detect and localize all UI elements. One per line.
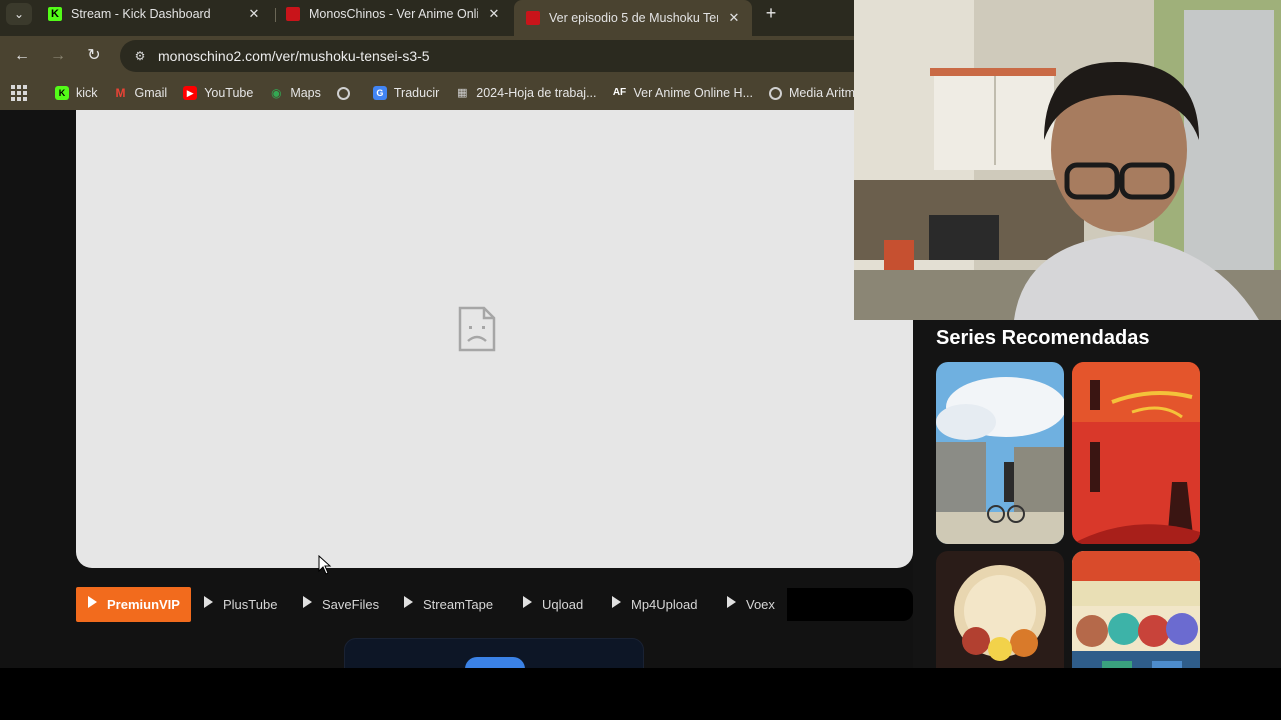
recommended-series-panel: Series Recomendadas	[913, 320, 1281, 720]
mouse-cursor-icon	[318, 555, 332, 575]
apps-grid-icon[interactable]	[11, 85, 27, 101]
new-tab-plus-icon[interactable]: +	[760, 3, 782, 25]
server-premiunvip[interactable]: PremiunVIP	[76, 587, 191, 622]
bookmark-label: Maps	[290, 86, 321, 100]
server-plustube[interactable]: PlusTube	[204, 587, 277, 622]
bookmark-kick[interactable]: K kick	[55, 86, 98, 100]
webcam-overlay	[854, 0, 1281, 320]
bookmark-label: Media Aritme	[789, 86, 854, 100]
bookmark-youtube[interactable]: ▶ YouTube	[183, 86, 253, 100]
translate-icon: G	[372, 86, 387, 100]
reload-icon[interactable]: ↻	[82, 44, 106, 68]
kick-icon: K	[48, 7, 62, 21]
close-icon[interactable]: ✕	[246, 6, 262, 22]
series-poster[interactable]	[936, 362, 1064, 544]
bookmark-label: 2024-Hoja de trabaj...	[476, 86, 597, 100]
maps-icon: ◉	[271, 86, 282, 100]
broken-document-icon	[458, 306, 496, 352]
play-icon	[303, 595, 312, 608]
url-text[interactable]: monoschino2.com/ver/mushoku-tensei-s3-5	[158, 48, 430, 64]
back-arrow-icon[interactable]: ←	[10, 44, 34, 68]
series-poster[interactable]	[1072, 362, 1200, 544]
bookmark-label: Ver Anime Online H...	[633, 86, 754, 100]
close-icon[interactable]: ✕	[726, 10, 742, 26]
server-overflow-area	[787, 588, 913, 621]
tab-kick-dashboard[interactable]: K Stream - Kick Dashboard ✕	[36, 0, 272, 28]
play-icon	[523, 595, 532, 608]
bottom-black-bar	[0, 668, 1281, 720]
tab-search-chevron-icon[interactable]: ⌄	[6, 3, 32, 25]
globe-icon	[336, 86, 350, 100]
bookmarks-bar: K kick M Gmail ▶ YouTube ◉ Maps G Traduc…	[0, 76, 854, 110]
bookmark-traducir[interactable]: G Traducir	[372, 86, 440, 100]
browser-toolbar: ← → ↻ ⚙ monoschino2.com/ver/mushoku-tens…	[0, 36, 880, 76]
poster-image	[1072, 362, 1200, 544]
forward-arrow-icon[interactable]: →	[46, 44, 70, 68]
play-icon	[727, 595, 736, 608]
server-label: StreamTape	[423, 597, 494, 612]
server-label: Uqload	[542, 597, 584, 612]
bookmark-hoja-de-trabajo[interactable]: ▦ 2024-Hoja de trabaj...	[455, 86, 596, 100]
bookmark-label: kick	[76, 86, 98, 100]
bookmark-label: Gmail	[134, 86, 168, 100]
bookmark-animeflv[interactable]: AF Ver Anime Online H...	[612, 86, 754, 100]
server-uqload[interactable]: Uqload	[523, 587, 583, 622]
youtube-icon: ▶	[183, 86, 198, 100]
address-bar[interactable]: ⚙ monoschino2.com/ver/mushoku-tensei-s3-…	[120, 40, 880, 72]
tab-title: Ver episodio 5 de Mushoku Ten	[549, 11, 718, 25]
server-selector: PremiunVIP PlusTube SaveFiles StreamTape…	[76, 587, 913, 622]
video-player-iframe[interactable]	[76, 110, 913, 568]
webcam-feed-image	[854, 0, 1281, 320]
server-savefiles[interactable]: SaveFiles	[303, 587, 379, 622]
server-mp4upload[interactable]: Mp4Upload	[612, 587, 698, 622]
server-label: Voex	[746, 597, 775, 612]
server-label: SaveFiles	[322, 597, 380, 612]
server-voex[interactable]: Voex	[727, 587, 775, 622]
play-icon	[404, 595, 413, 608]
monoschinos-icon	[286, 7, 300, 21]
animeflv-icon: AF	[612, 87, 627, 98]
tab-strip: ⌄ K Stream - Kick Dashboard ✕ MonosChino…	[0, 0, 854, 36]
close-icon[interactable]: ✕	[486, 6, 502, 22]
bookmark-gmail[interactable]: M Gmail	[114, 86, 168, 100]
section-title: Series Recomendadas	[936, 327, 1150, 349]
monoschinos-icon	[526, 11, 540, 25]
tab-title: Stream - Kick Dashboard	[71, 7, 211, 21]
globe-icon	[769, 86, 783, 100]
bookmark-globe[interactable]	[336, 86, 357, 100]
bookmark-label: YouTube	[204, 86, 254, 100]
bookmark-label: Traducir	[393, 86, 440, 100]
kick-icon: K	[55, 86, 69, 100]
play-icon	[204, 595, 213, 608]
site-settings-icon[interactable]: ⚙	[132, 48, 148, 64]
tab-monoschinos[interactable]: MonosChinos - Ver Anime Onli ✕	[274, 0, 512, 28]
server-label: PlusTube	[223, 597, 278, 612]
server-label: Mp4Upload	[631, 597, 698, 612]
poster-image	[936, 362, 1064, 544]
bookmark-maps[interactable]: ◉ Maps	[269, 86, 321, 100]
tab-mushoku-episode[interactable]: Ver episodio 5 de Mushoku Ten ✕	[514, 0, 752, 36]
play-icon	[612, 595, 621, 608]
server-streamtape[interactable]: StreamTape	[404, 587, 493, 622]
bookmark-media-aritmetica[interactable]: Media Aritme	[769, 86, 854, 100]
sheet-icon: ▦	[457, 87, 468, 99]
server-label: PremiunVIP	[107, 597, 180, 612]
tab-title: MonosChinos - Ver Anime Onli	[309, 7, 478, 21]
gmail-icon: M	[115, 86, 126, 100]
play-icon	[88, 595, 97, 608]
